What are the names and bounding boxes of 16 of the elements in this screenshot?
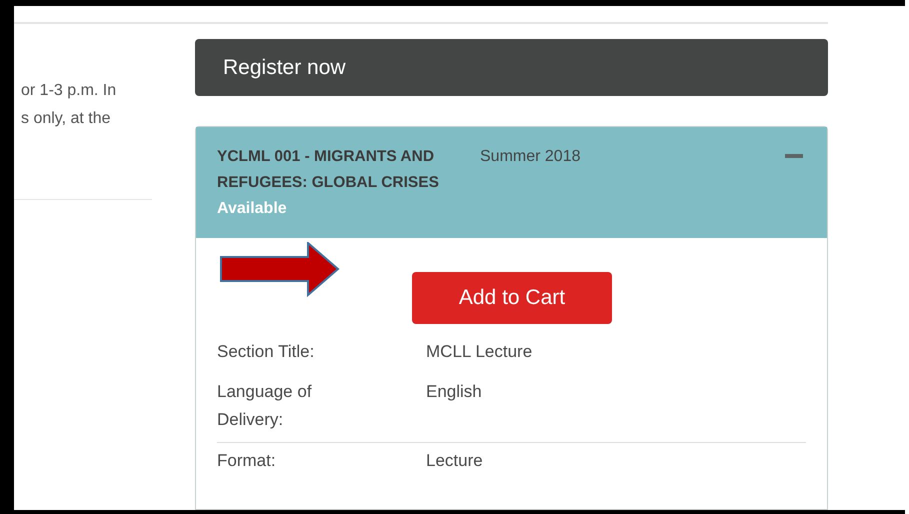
detail-label: Language of Delivery: — [217, 381, 313, 431]
detail-label: Format: — [217, 450, 277, 472]
detail-value: English — [426, 381, 482, 403]
course-status: Available — [217, 199, 288, 219]
detail-label: Section Title: — [217, 341, 316, 363]
body-text-line: or 1-3 p.m. In — [21, 81, 116, 101]
add-to-cart-button[interactable]: Add to Cart — [412, 272, 612, 324]
detail-value: Lecture — [426, 450, 483, 472]
body-text-line: s only, at the — [21, 109, 111, 129]
arrow-icon — [220, 242, 340, 297]
collapse-icon[interactable] — [785, 154, 803, 158]
course-header[interactable]: YCLML 001 - MIGRANTS AND REFUGEES: GLOBAL CRISES Available Summer 2018 — [196, 127, 827, 238]
course-term: Summer 2018 — [480, 147, 580, 167]
register-title: Register now — [223, 54, 346, 81]
course-title: YCLML 001 - MIGRANTS AND REFUGEES: GLOBAL CRISES — [217, 147, 440, 193]
detail-value: MCLL Lecture — [426, 341, 532, 363]
